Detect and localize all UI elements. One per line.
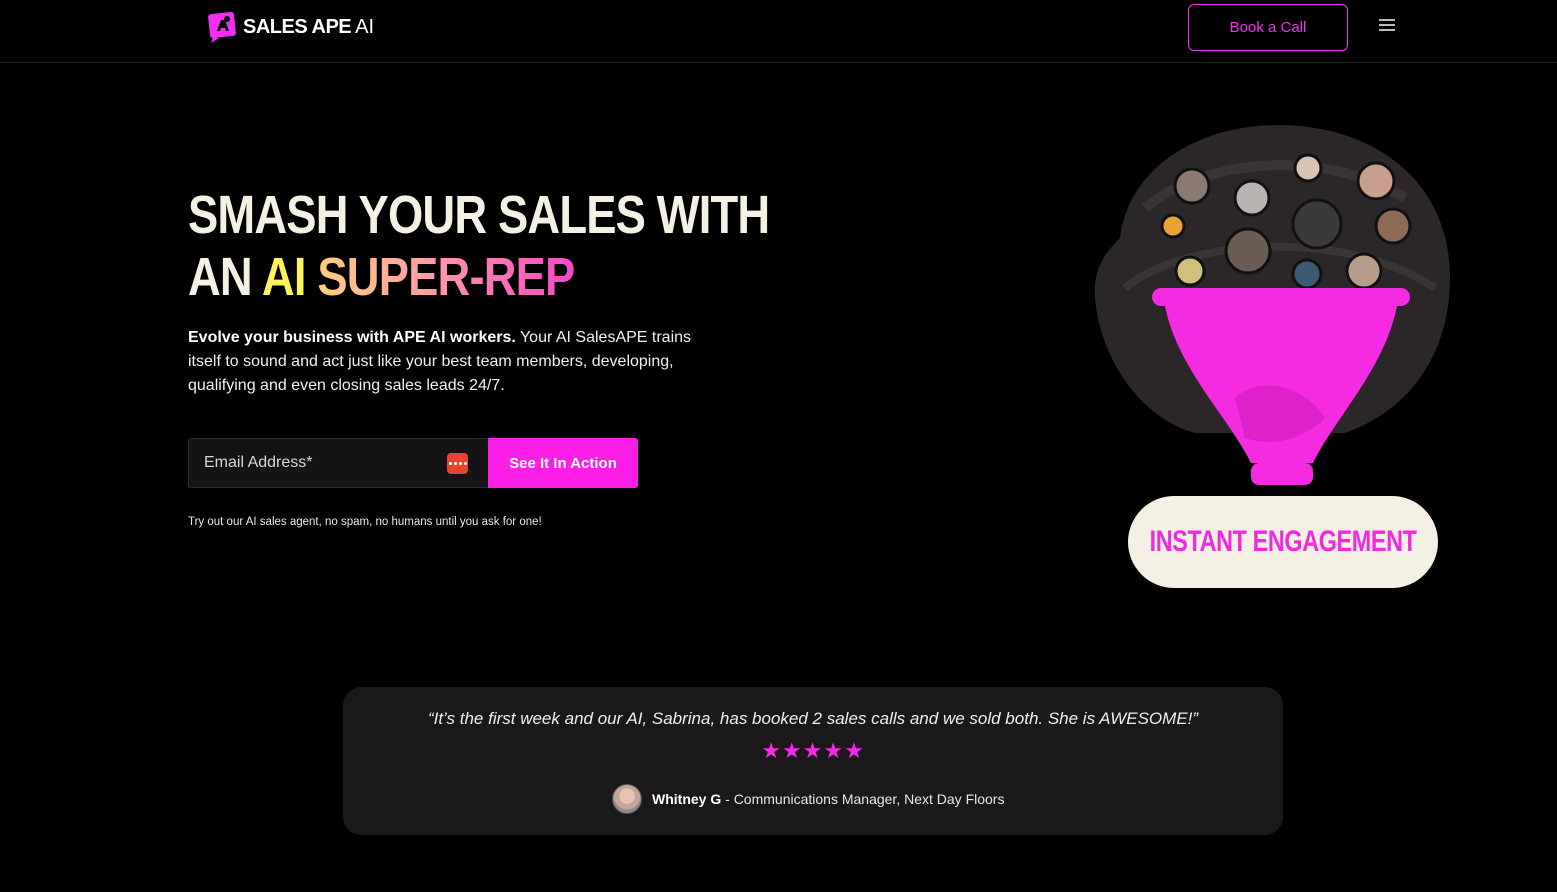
- testimonial-quote: “It’s the first week and our AI, Sabrina…: [427, 709, 1199, 728]
- hamburger-menu-icon[interactable]: [1379, 19, 1395, 33]
- fine-print: Try out our AI sales agent, no spam, no …: [188, 516, 542, 528]
- avatar-icon: [1224, 227, 1272, 275]
- ape-logo-icon: [208, 12, 236, 43]
- hero-title-line2-prefix: AN: [188, 247, 262, 307]
- hero-title-line1: SMASH YOUR SALES WITH: [188, 185, 770, 245]
- password-manager-icon[interactable]: [447, 453, 468, 474]
- author-separator: -: [721, 791, 734, 807]
- avatar-icon: [1291, 258, 1323, 290]
- avatar-icon: [1293, 153, 1323, 183]
- avatar-icon: [1356, 161, 1396, 201]
- testimonial-card: “It’s the first week and our AI, Sabrina…: [343, 687, 1283, 835]
- book-a-call-button[interactable]: Book a Call: [1188, 4, 1348, 51]
- logo-text: SALES APE: [243, 15, 352, 38]
- email-input[interactable]: [189, 439, 488, 487]
- avatar: [612, 784, 642, 814]
- testimonial-author: Whitney G - Communications Manager, Next…: [612, 784, 1004, 814]
- author-name: Whitney G: [652, 791, 722, 807]
- avatar-icon: [1291, 198, 1343, 250]
- hero-title-super-rep: SUPER-REP: [317, 247, 575, 307]
- see-it-in-action-button[interactable]: See It In Action: [488, 438, 638, 488]
- avatar-icon: [1374, 207, 1412, 245]
- avatar-icon: [1160, 213, 1186, 239]
- logo[interactable]: SALES APE AI: [207, 11, 374, 43]
- hero-title-ai: AI: [261, 247, 307, 307]
- badge-text: INSTANT ENGAGEMENT: [1149, 525, 1417, 558]
- hero-description-bold: Evolve your business with APE AI workers…: [188, 329, 516, 346]
- star-rating: ★★★★★: [761, 739, 865, 764]
- hero-description: Evolve your business with APE AI workers…: [188, 326, 708, 398]
- avatar-icon: [1174, 255, 1206, 287]
- email-field-wrapper: [188, 438, 488, 488]
- avatar-icon: [1173, 167, 1211, 205]
- logo-suffix: AI: [355, 15, 375, 38]
- avatar-icon: [1345, 252, 1383, 290]
- hero-title: SMASH YOUR SALES WITH AN AI SUPER-REP: [188, 184, 770, 308]
- avatar-icon: [1233, 179, 1271, 217]
- author-role: Communications Manager, Next Day Floors: [733, 791, 1005, 807]
- site-header: SALES APE AI Book a Call: [0, 0, 1557, 63]
- instant-engagement-badge: INSTANT ENGAGEMENT: [1128, 496, 1438, 588]
